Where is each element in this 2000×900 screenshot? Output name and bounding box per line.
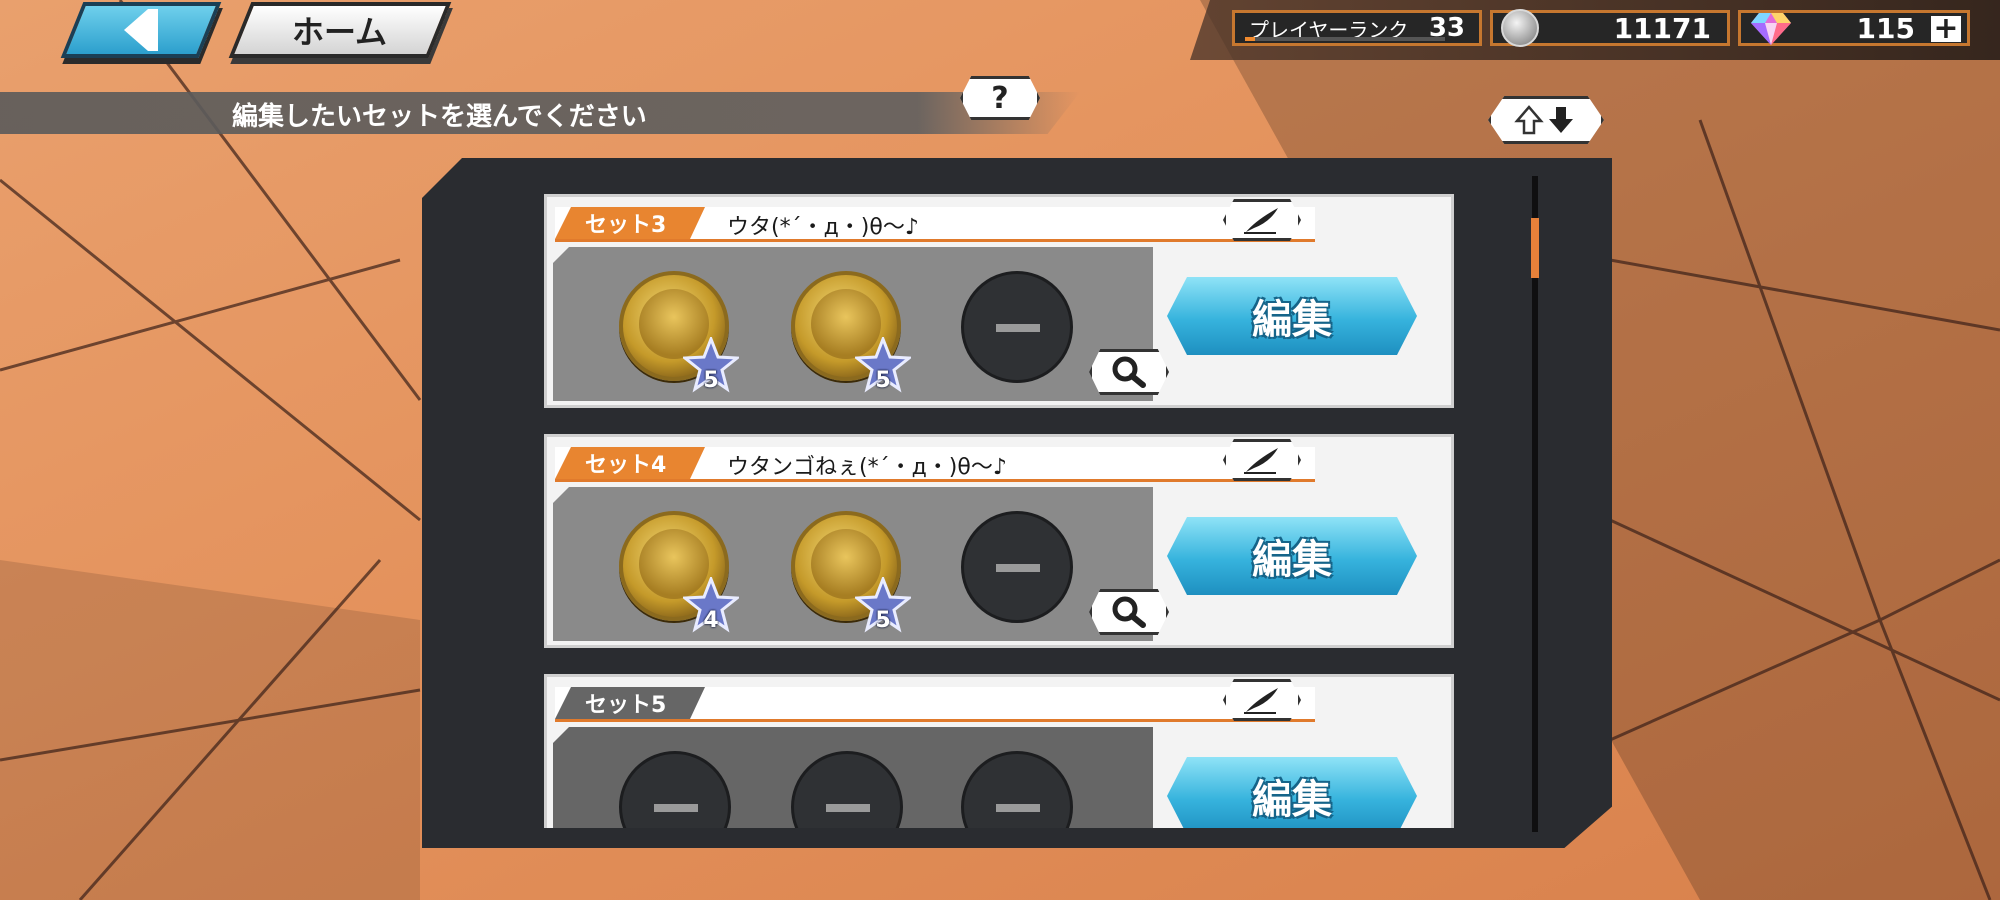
star-rank: 5 — [875, 368, 891, 393]
plus-icon: + — [1933, 11, 1959, 46]
berry-value: 11171 — [1613, 11, 1711, 45]
gem-counter: 115 + — [1738, 10, 1970, 46]
rename-button[interactable] — [1223, 679, 1301, 721]
character-medal[interactable]: 4 — [619, 511, 739, 633]
set-header: セット5 — [555, 687, 1315, 722]
edit-label: 編集 — [1252, 297, 1332, 343]
help-button[interactable]: ? — [960, 76, 1040, 120]
instruction-text: 編集したいセットを選んでください — [232, 102, 647, 132]
edit-label: 編集 — [1252, 777, 1332, 823]
home-label: ホーム — [292, 13, 388, 51]
home-button[interactable]: ホーム — [228, 2, 452, 58]
set-card: セット4 ウタンゴねぇ(*´・д・)θ〜♪ 4 5 編集 — [544, 434, 1454, 648]
sort-button[interactable] — [1488, 96, 1604, 144]
edit-button[interactable]: 編集 — [1167, 517, 1417, 595]
edit-button[interactable]: 編集 — [1167, 757, 1417, 828]
star-rank: 5 — [875, 608, 891, 633]
set-name: ウタ(*´・д・)θ〜♪ — [727, 215, 919, 240]
question-icon: ? — [991, 80, 1009, 116]
magnifier-icon — [1112, 356, 1146, 388]
rainbow-gem-icon — [1751, 13, 1791, 45]
back-arrow-icon — [124, 9, 158, 51]
set-list: セット3 ウタ(*´・д・)θ〜♪ 5 5 編集 セット4 ウタンゴねぇ(*´・… — [540, 192, 1460, 828]
rank-progress-fill — [1245, 37, 1255, 41]
scrollbar-thumb[interactable] — [1531, 218, 1539, 278]
set-header: セット4 ウタンゴねぇ(*´・д・)θ〜♪ — [555, 447, 1315, 482]
rename-button[interactable] — [1223, 439, 1301, 481]
quill-pen-icon — [1244, 448, 1278, 474]
quill-pen-icon — [1244, 688, 1278, 714]
back-button[interactable] — [60, 2, 222, 58]
edit-label: 編集 — [1252, 537, 1332, 583]
set-card: セット3 ウタ(*´・д・)θ〜♪ 5 5 編集 — [544, 194, 1454, 408]
character-medal[interactable]: 5 — [791, 271, 911, 393]
edit-button[interactable]: 編集 — [1167, 277, 1417, 355]
rank-progress-bar — [1245, 37, 1445, 41]
player-rank-box: プレイヤーランク 33 — [1232, 10, 1482, 46]
set-card: セット5 編集 — [544, 674, 1454, 828]
berry-coin-icon — [1501, 9, 1539, 47]
zoom-button[interactable] — [1089, 589, 1169, 635]
set-tag: セット5 — [555, 687, 705, 719]
star-rank: 4 — [703, 608, 719, 633]
star-rank: 5 — [703, 368, 719, 393]
empty-slot[interactable] — [961, 271, 1073, 383]
empty-slot[interactable] — [961, 511, 1073, 623]
add-gems-button[interactable]: + — [1931, 11, 1961, 46]
set-tag: セット3 — [555, 207, 705, 239]
character-medal[interactable]: 5 — [619, 271, 739, 393]
character-medal[interactable]: 5 — [791, 511, 911, 633]
set-name: ウタンゴねぇ(*´・д・)θ〜♪ — [727, 455, 1007, 480]
rename-button[interactable] — [1223, 199, 1301, 241]
berry-counter: 11171 — [1490, 9, 1730, 47]
sort-arrows-icon — [1514, 105, 1573, 135]
quill-pen-icon — [1244, 208, 1278, 234]
magnifier-icon — [1112, 596, 1146, 628]
zoom-button[interactable] — [1089, 349, 1169, 395]
gem-value: 115 — [1856, 11, 1915, 45]
set-tag: セット4 — [555, 447, 705, 479]
set-header: セット3 ウタ(*´・д・)θ〜♪ — [555, 207, 1315, 242]
